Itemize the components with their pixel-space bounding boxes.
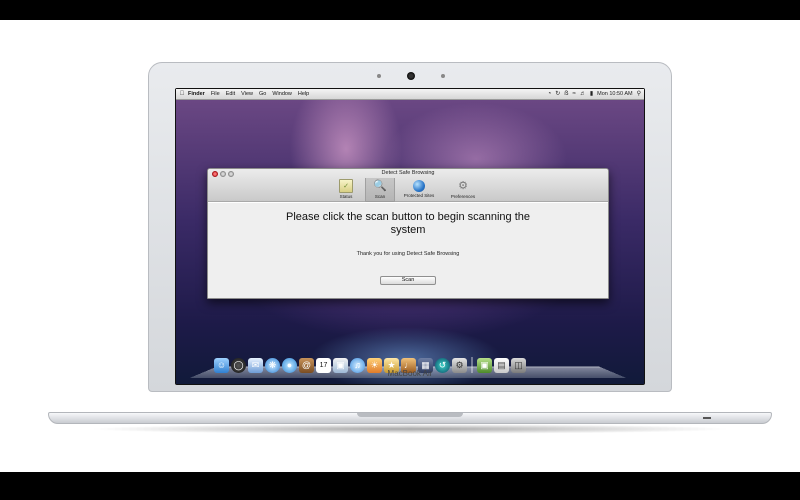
product-photo:  Finder File Edit View Go Window Help ◔… [0,20,800,472]
sleep-indicator-icon [703,417,711,419]
window-toolbar: ✓ Status 🔍 Scan Protected Sites ⚙ Prefer… [331,178,483,202]
menu-go[interactable]: Go [259,89,266,100]
window-titlebar[interactable]: Detect Safe Browsing ✓ Status 🔍 Scan Pro… [208,169,608,202]
desktop:  Finder File Edit View Go Window Help ◔… [176,89,644,384]
time-machine-icon[interactable]: ◔ [548,89,552,100]
toolbar-status-button[interactable]: ✓ Status [331,178,361,202]
toolbar-preferences-button[interactable]: ⚙ Preferences [443,178,483,202]
laptop-lid:  Finder File Edit View Go Window Help ◔… [148,62,672,392]
lid-opening-notch [357,413,463,417]
apple-menu-icon[interactable]:  [176,91,188,97]
scan-button[interactable]: Scan [380,276,436,285]
screen-bezel:  Finder File Edit View Go Window Help ◔… [175,88,645,385]
gears-icon: ⚙ [458,180,468,192]
wifi-icon[interactable]: ≈ [573,89,576,100]
toolbar-preferences-label: Preferences [450,194,476,199]
bluetooth-icon[interactable]: ẞ [564,89,568,100]
laptop-base [48,412,772,424]
menubar:  Finder File Edit View Go Window Help ◔… [176,89,644,100]
macbook-air-logo: MacBook Air [387,369,433,378]
window-title: Detect Safe Browsing [381,170,435,176]
menubar-status-area: ◔ ↻ ẞ ≈ ♬ ▮ Mon 10:50 AM ⚲ [548,89,641,100]
toolbar-scan-button[interactable]: 🔍 Scan [365,178,395,202]
scan-panel: Please click the scan button to begin sc… [208,203,608,298]
magnifier-icon: 🔍 [373,180,387,192]
microphone-icon [377,74,381,78]
menu-view[interactable]: View [241,89,253,100]
battery-icon[interactable]: ▮ [590,89,593,100]
menu-window[interactable]: Window [272,89,292,100]
globe-icon [413,180,425,192]
toolbar-scan-label: Scan [374,194,386,199]
menu-app-finder[interactable]: Finder [188,89,205,100]
toolbar-status-label: Status [339,194,353,199]
sync-icon[interactable]: ↻ [555,89,560,100]
scan-instruction-line2: system [390,224,426,236]
scan-instruction-heading: Please click the scan button to begin sc… [208,211,608,237]
scan-instruction-line1: Please click the scan button to begin sc… [286,211,530,223]
menu-file[interactable]: File [211,89,220,100]
menu-edit[interactable]: Edit [226,89,235,100]
detect-safe-browsing-window: Detect Safe Browsing ✓ Status 🔍 Scan Pro… [207,168,609,299]
light-sensor-icon [441,74,445,78]
toolbar-protected-sites-button[interactable]: Protected Sites [399,178,439,202]
status-icon: ✓ [339,179,353,193]
toolbar-protected-sites-label: Protected Sites [403,193,435,198]
thank-you-text: Thank you for using Detect Safe Browsing [356,251,460,257]
volume-icon[interactable]: ♬ [580,89,586,100]
spotlight-icon[interactable]: ⚲ [637,89,641,100]
laptop-shadow [88,424,732,434]
menu-help[interactable]: Help [298,89,309,100]
menubar-clock[interactable]: Mon 10:50 AM [597,89,632,100]
camera-icon [407,72,415,80]
